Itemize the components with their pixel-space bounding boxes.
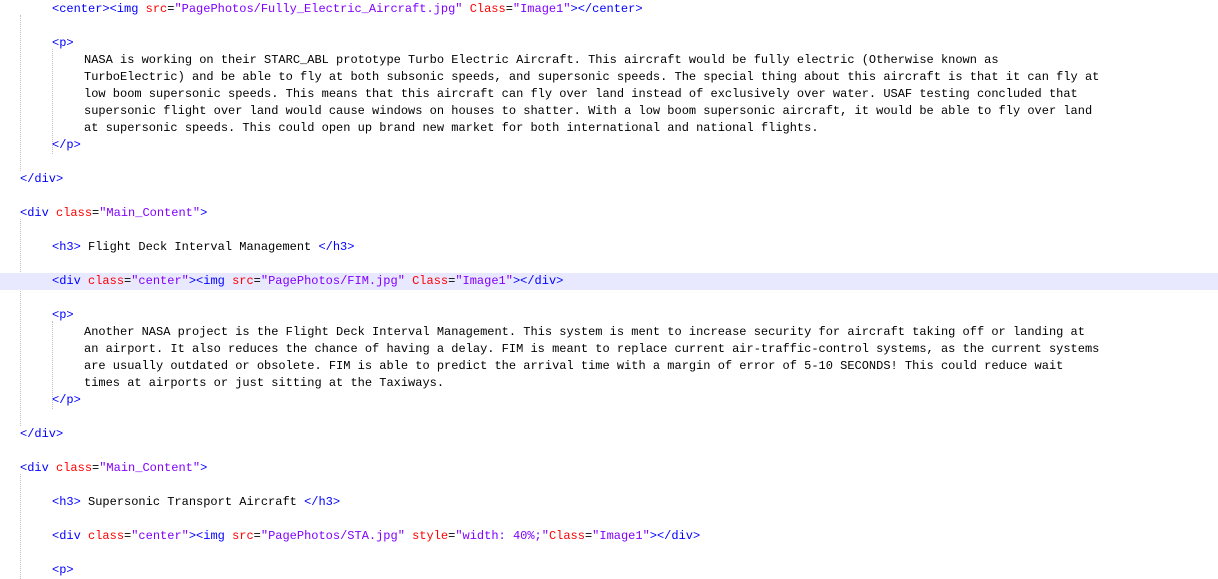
tag-token: </h3>: [304, 495, 341, 509]
tag-token: <div: [52, 529, 89, 543]
attribute-token: Class: [469, 2, 506, 16]
code-line[interactable]: </p>: [0, 137, 1218, 154]
tag-token: ></center>: [570, 2, 643, 16]
tag-token: ><img: [188, 274, 233, 288]
code-line[interactable]: <p>: [0, 562, 1218, 579]
current-line[interactable]: <div class="center"><img src="PagePhotos…: [0, 273, 1218, 290]
code-line[interactable]: <div class="Main_Content">: [0, 460, 1218, 477]
code-line[interactable]: [0, 511, 1218, 528]
tag-token: <div: [52, 274, 89, 288]
code-line[interactable]: [0, 443, 1218, 460]
tag-token: <p>: [52, 563, 74, 577]
text-token: are usually outdated or obsolete. FIM is…: [84, 359, 1064, 373]
code-line[interactable]: <h3> Flight Deck Interval Management </h…: [0, 239, 1218, 256]
tag-token: <h3>: [52, 240, 81, 254]
text-token: an airport. It also reduces the chance o…: [84, 342, 1100, 356]
attribute-token: src: [232, 529, 254, 543]
tag-token: </div>: [20, 427, 64, 441]
code-line[interactable]: [0, 409, 1218, 426]
tag-token: <center><img: [52, 2, 146, 16]
value-token: "center": [131, 529, 189, 543]
tag-token: >: [200, 206, 208, 220]
code-line[interactable]: are usually outdated or obsolete. FIM is…: [0, 358, 1218, 375]
text-token: Supersonic Transport Aircraft: [80, 495, 305, 509]
text-token: times at airports or just sitting at the…: [84, 376, 445, 390]
attribute-token: class: [88, 274, 125, 288]
tag-token: </h3>: [318, 240, 355, 254]
tag-token: </p>: [52, 393, 81, 407]
value-token: "width: 40%;": [455, 529, 549, 543]
code-editor[interactable]: <center><img src="PagePhotos/Fully_Elect…: [0, 0, 1218, 579]
code-line[interactable]: <center><img src = "PagePhotos/Fully_Elect…: [0, 1, 1218, 18]
tag-token: <h3>: [52, 495, 81, 509]
attribute-token: Class: [412, 274, 449, 288]
text-token: Another NASA project is the Flight Deck …: [84, 325, 1085, 339]
code-line[interactable]: [0, 290, 1218, 307]
code-line[interactable]: [0, 545, 1218, 562]
code-line[interactable]: [0, 222, 1218, 239]
attribute-token: src: [145, 2, 168, 16]
code-line[interactable]: an airport. It also reduces the chance o…: [0, 341, 1218, 358]
code-line[interactable]: <div class="Main_Content">: [0, 205, 1218, 222]
code-line[interactable]: </div>: [0, 171, 1218, 188]
text-token: low boom supersonic speeds. This means t…: [84, 87, 1078, 101]
code-line[interactable]: [0, 18, 1218, 35]
value-token: "Image1": [455, 274, 513, 288]
attribute-token: class: [56, 461, 93, 475]
tag-token: <div: [20, 461, 57, 475]
code-line[interactable]: supersonic flight over land would cause …: [0, 103, 1218, 120]
tag-token: ></div>: [512, 274, 564, 288]
operator-token: =: [505, 2, 513, 16]
value-token: "PagePhotos/Fully_Electric_Aircraft.jpg": [174, 2, 463, 16]
operator-token: =: [253, 274, 261, 288]
value-token: "Main_Content": [99, 206, 201, 220]
code-line[interactable]: [0, 188, 1218, 205]
attribute-token: class: [88, 529, 125, 543]
text-token: TurboElectric) and be able to fly at bot…: [84, 70, 1100, 84]
code-line[interactable]: <div class="center"><img src="PagePhotos…: [0, 528, 1218, 545]
code-line[interactable]: [0, 256, 1218, 273]
tag-token: ><img: [188, 529, 233, 543]
code-line[interactable]: times at airports or just sitting at the…: [0, 375, 1218, 392]
tag-token: </p>: [52, 138, 81, 152]
attribute-token: src: [232, 274, 254, 288]
text-token: at supersonic speeds. This could open up…: [84, 121, 819, 135]
text-token: NASA is working on their STARC_ABL proto…: [84, 53, 999, 67]
value-token: "Main_Content": [99, 461, 201, 475]
code-line[interactable]: </p>: [0, 392, 1218, 409]
attribute-token: class: [56, 206, 93, 220]
value-token: "Image1": [592, 529, 650, 543]
code-line[interactable]: <p>: [0, 35, 1218, 52]
text-token: Flight Deck Interval Management: [80, 240, 319, 254]
code-line[interactable]: [0, 154, 1218, 171]
code-line[interactable]: at supersonic speeds. This could open up…: [0, 120, 1218, 137]
value-token: "center": [131, 274, 189, 288]
value-token: "PagePhotos/STA.jpg": [260, 529, 405, 543]
code-line[interactable]: TurboElectric) and be able to fly at bot…: [0, 69, 1218, 86]
tag-token: >: [200, 461, 208, 475]
value-token: "PagePhotos/FIM.jpg": [260, 274, 405, 288]
tag-token: <p>: [52, 308, 74, 322]
code-line[interactable]: low boom supersonic speeds. This means t…: [0, 86, 1218, 103]
tag-token: ></div>: [649, 529, 701, 543]
code-line[interactable]: </div>: [0, 426, 1218, 443]
tag-token: <p>: [52, 36, 74, 50]
code-line[interactable]: [0, 477, 1218, 494]
code-line[interactable]: Another NASA project is the Flight Deck …: [0, 324, 1218, 341]
attribute-token: Class: [548, 529, 585, 543]
tag-token: </div>: [20, 172, 64, 186]
operator-token: =: [253, 529, 261, 543]
code-line[interactable]: <p>: [0, 307, 1218, 324]
tag-token: <div: [20, 206, 57, 220]
value-token: "Image1": [512, 2, 571, 16]
code-line[interactable]: <h3> Supersonic Transport Aircraft </h3>: [0, 494, 1218, 511]
code-line[interactable]: NASA is working on their STARC_ABL proto…: [0, 52, 1218, 69]
text-token: supersonic flight over land would cause …: [84, 104, 1093, 118]
attribute-token: style: [412, 529, 449, 543]
